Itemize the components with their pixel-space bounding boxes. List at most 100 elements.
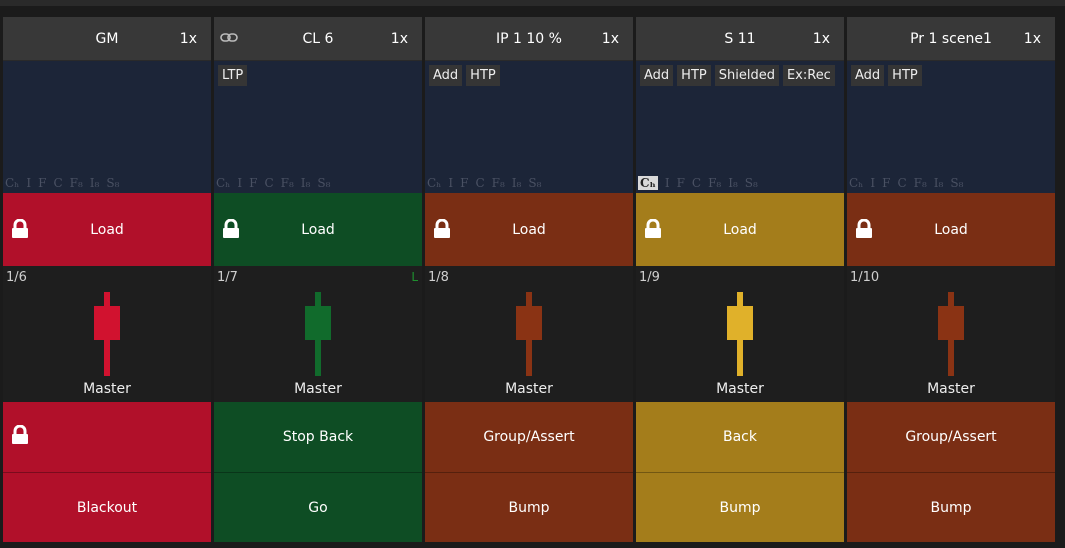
channel-flag[interactable]: S₈ xyxy=(317,176,330,190)
channel-flag[interactable]: Cₕ xyxy=(5,176,19,190)
fader-strip-3: IP 1 10 % 1x Add HTP Cₕ I F C F₈ I₈ S₈ Load 1/8… xyxy=(425,17,633,542)
fader-number: 1/8 xyxy=(428,270,449,285)
channel-flag[interactable]: F₈ xyxy=(70,176,83,190)
fader-handle[interactable] xyxy=(305,306,331,340)
channel-flag[interactable]: C xyxy=(53,176,62,190)
fader-label: Master xyxy=(716,381,764,397)
channel-flag[interactable]: S₈ xyxy=(106,176,119,190)
playback-button-1[interactable]: Group/Assert xyxy=(425,402,633,472)
speed-label[interactable]: 1x xyxy=(391,31,408,47)
channel-flag[interactable]: I₈ xyxy=(728,176,738,190)
channel-flag[interactable]: F xyxy=(677,176,685,190)
playback-properties xyxy=(3,61,211,172)
playback-button-1[interactable] xyxy=(3,402,211,472)
channel-filter-row: Cₕ I F C F₈ I₈ S₈ xyxy=(214,172,422,193)
channel-flag[interactable]: C xyxy=(897,176,906,190)
playback-button-2[interactable]: Bump xyxy=(425,472,633,542)
property-tag: Add xyxy=(429,65,463,86)
channel-flag[interactable]: I xyxy=(665,176,670,190)
playback-properties: Add HTP xyxy=(425,61,633,172)
fader-label: Master xyxy=(505,381,553,397)
fader-label: Master xyxy=(83,381,131,397)
load-button[interactable]: Load xyxy=(636,193,844,266)
speed-label[interactable]: 1x xyxy=(180,31,197,47)
playback-button-1[interactable]: Back xyxy=(636,402,844,472)
fader-label: Master xyxy=(294,381,342,397)
channel-flag[interactable]: S₈ xyxy=(528,176,541,190)
speed-label[interactable]: 1x xyxy=(1024,31,1041,47)
button-2-label: Go xyxy=(308,499,328,516)
property-tag: Shielded xyxy=(714,65,779,86)
lock-icon xyxy=(12,425,28,444)
fader-area: 1/8 Master xyxy=(425,266,633,402)
channel-flag[interactable]: I₈ xyxy=(90,176,100,190)
channel-flag[interactable]: S₈ xyxy=(950,176,963,190)
load-button[interactable]: Load xyxy=(214,193,422,266)
channel-flag[interactable]: I₈ xyxy=(934,176,944,190)
speed-label[interactable]: 1x xyxy=(602,31,619,47)
channel-filter-row: Cₕ I F C F₈ I₈ S₈ xyxy=(636,172,844,193)
load-button[interactable]: Load xyxy=(3,193,211,266)
load-button[interactable]: Load xyxy=(425,193,633,266)
lock-icon xyxy=(434,219,450,238)
tag-list: Add HTP xyxy=(847,61,1055,86)
channel-flag[interactable]: F xyxy=(38,176,46,190)
fader-area: 1/9 Master xyxy=(636,266,844,402)
load-label: Load xyxy=(512,221,546,238)
channel-flag[interactable]: I₈ xyxy=(301,176,311,190)
button-2-label: Bump xyxy=(508,499,550,516)
playback-button-2[interactable]: Blackout xyxy=(3,472,211,542)
channel-flag[interactable]: F₈ xyxy=(492,176,505,190)
playback-button-1[interactable]: Stop Back xyxy=(214,402,422,472)
fader-header[interactable]: CL 6 1x xyxy=(214,17,422,61)
channel-flag[interactable]: I xyxy=(237,176,242,190)
speed-label[interactable]: 1x xyxy=(813,31,830,47)
playback-properties: LTP xyxy=(214,61,422,172)
channel-flag[interactable]: F xyxy=(460,176,468,190)
tag-list: Add HTP Shielded Ex:Rec xyxy=(636,61,844,86)
fader-area: 1/6 Master xyxy=(3,266,211,402)
channel-flag[interactable]: I xyxy=(870,176,875,190)
channel-flag[interactable]: C xyxy=(692,176,701,190)
tag-list: LTP xyxy=(214,61,422,86)
channel-flag[interactable]: Cₕ xyxy=(427,176,441,190)
button-2-label: Bump xyxy=(930,499,972,516)
property-tag: HTP xyxy=(888,65,922,86)
channel-flag[interactable]: Cₕ xyxy=(849,176,863,190)
fader-handle[interactable] xyxy=(94,306,120,340)
fader-bank: GM 1x Cₕ I F C F₈ I₈ S₈ Load 1/6 Master Blacko… xyxy=(0,0,1065,548)
fader-header[interactable]: IP 1 10 % 1x xyxy=(425,17,633,61)
channel-flag[interactable]: C xyxy=(475,176,484,190)
channel-flag[interactable]: F₈ xyxy=(708,176,721,190)
playback-button-2[interactable]: Bump xyxy=(636,472,844,542)
fader-handle[interactable] xyxy=(516,306,542,340)
channel-flag[interactable]: Cₕ xyxy=(216,176,230,190)
playback-properties: Add HTP Shielded Ex:Rec xyxy=(636,61,844,172)
channel-flag[interactable]: C xyxy=(264,176,273,190)
fader-handle[interactable] xyxy=(938,306,964,340)
playback-button-2[interactable]: Go xyxy=(214,472,422,542)
property-tag: HTP xyxy=(677,65,711,86)
channel-flag[interactable]: I₈ xyxy=(512,176,522,190)
channel-flag[interactable]: F₈ xyxy=(914,176,927,190)
playback-button-2[interactable]: Bump xyxy=(847,472,1055,542)
load-button[interactable]: Load xyxy=(847,193,1055,266)
channel-flag[interactable]: F xyxy=(882,176,890,190)
channel-flag[interactable]: I xyxy=(448,176,453,190)
fader-handle[interactable] xyxy=(727,306,753,340)
channel-flag[interactable]: F₈ xyxy=(281,176,294,190)
fader-header[interactable]: Pr 1 scene1 1x xyxy=(847,17,1055,61)
load-label: Load xyxy=(90,221,124,238)
playback-properties: Add HTP xyxy=(847,61,1055,172)
channel-flag[interactable]: Cₕ xyxy=(638,175,658,190)
channel-flag[interactable]: S₈ xyxy=(745,176,758,190)
fader-header[interactable]: GM 1x xyxy=(3,17,211,61)
tag-list xyxy=(3,61,211,65)
channel-flag[interactable]: I xyxy=(26,176,31,190)
playback-button-1[interactable]: Group/Assert xyxy=(847,402,1055,472)
tag-list: Add HTP xyxy=(425,61,633,86)
property-tag: Add xyxy=(640,65,674,86)
fader-header[interactable]: S 11 1x xyxy=(636,17,844,61)
channel-flag[interactable]: F xyxy=(249,176,257,190)
fader-area: 1/7 L Master xyxy=(214,266,422,402)
